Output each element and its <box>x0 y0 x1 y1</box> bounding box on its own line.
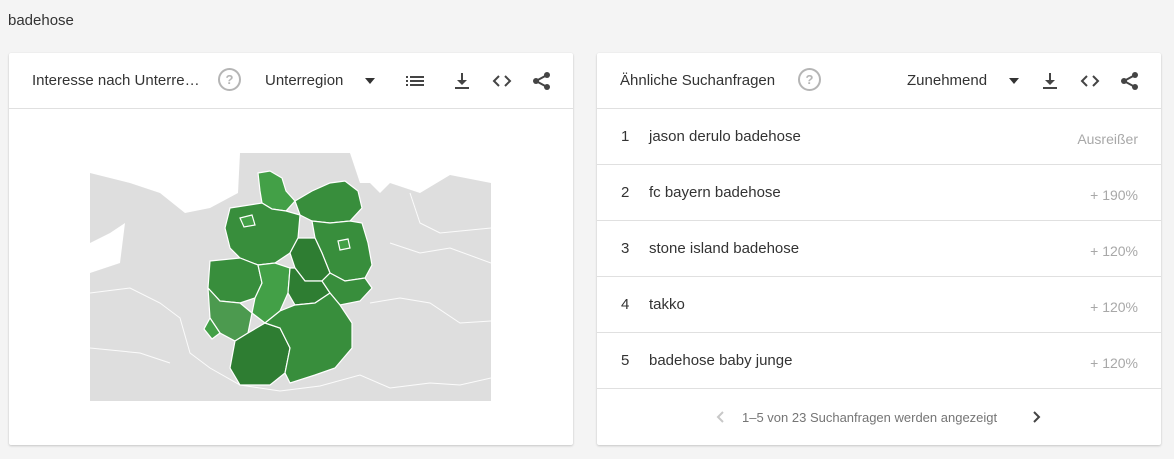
help-circle-icon[interactable]: ? <box>798 68 821 91</box>
embed-code-icon[interactable] <box>491 70 513 92</box>
row-value: + 120% <box>1090 243 1138 259</box>
row-term[interactable]: fc bayern badehose <box>649 184 781 201</box>
row-term[interactable]: jason derulo badehose <box>649 128 801 145</box>
row-term[interactable]: takko <box>649 296 685 313</box>
card-header: Ähnliche Suchanfragen ? Zunehmend <box>597 53 1161 109</box>
card-title: Ähnliche Suchanfragen <box>620 72 776 89</box>
row-rank: 5 <box>621 352 630 369</box>
caret-down-icon[interactable] <box>365 78 375 84</box>
row-rank: 3 <box>621 240 630 257</box>
share-icon[interactable] <box>1119 70 1141 92</box>
list-item[interactable]: 4 takko + 120% <box>597 277 1161 333</box>
card-title: Interesse nach Unterre… <box>32 72 200 89</box>
region-map[interactable] <box>90 153 491 401</box>
related-queries-list: 1 jason derulo badehose Ausreißer 2 fc b… <box>597 109 1161 389</box>
list-item[interactable]: 2 fc bayern badehose + 190% <box>597 165 1161 221</box>
rising-select[interactable]: Zunehmend <box>907 72 987 89</box>
help-circle-icon[interactable]: ? <box>218 68 241 91</box>
row-rank: 1 <box>621 128 630 145</box>
row-value: + 190% <box>1090 187 1138 203</box>
card-header: Interesse nach Unterre… ? Unterregion <box>9 53 573 109</box>
share-icon[interactable] <box>531 70 553 92</box>
list-icon[interactable] <box>404 70 426 92</box>
interest-by-subregion-card: Interesse nach Unterre… ? Unterregion <box>9 53 573 445</box>
row-value: Ausreißer <box>1077 131 1138 147</box>
row-value: + 120% <box>1090 299 1138 315</box>
subregion-select[interactable]: Unterregion <box>265 72 343 89</box>
chevron-right-icon[interactable] <box>1029 410 1043 424</box>
download-icon[interactable] <box>451 70 473 92</box>
query-title: badehose <box>8 12 74 29</box>
chevron-left-icon[interactable] <box>714 410 728 424</box>
pagination-status: 1–5 von 23 Suchanfragen werden angezeigt <box>742 410 998 425</box>
row-term[interactable]: badehose baby junge <box>649 352 792 369</box>
row-value: + 120% <box>1090 355 1138 371</box>
row-term[interactable]: stone island badehose <box>649 240 799 257</box>
list-item[interactable]: 1 jason derulo badehose Ausreißer <box>597 109 1161 165</box>
caret-down-icon[interactable] <box>1009 78 1019 84</box>
list-item[interactable]: 5 badehose baby junge + 120% <box>597 333 1161 389</box>
embed-code-icon[interactable] <box>1079 70 1101 92</box>
download-icon[interactable] <box>1039 70 1061 92</box>
row-rank: 2 <box>621 184 630 201</box>
row-rank: 4 <box>621 296 630 313</box>
related-queries-card: Ähnliche Suchanfragen ? Zunehmend 1 jaso… <box>597 53 1161 445</box>
list-item[interactable]: 3 stone island badehose + 120% <box>597 221 1161 277</box>
